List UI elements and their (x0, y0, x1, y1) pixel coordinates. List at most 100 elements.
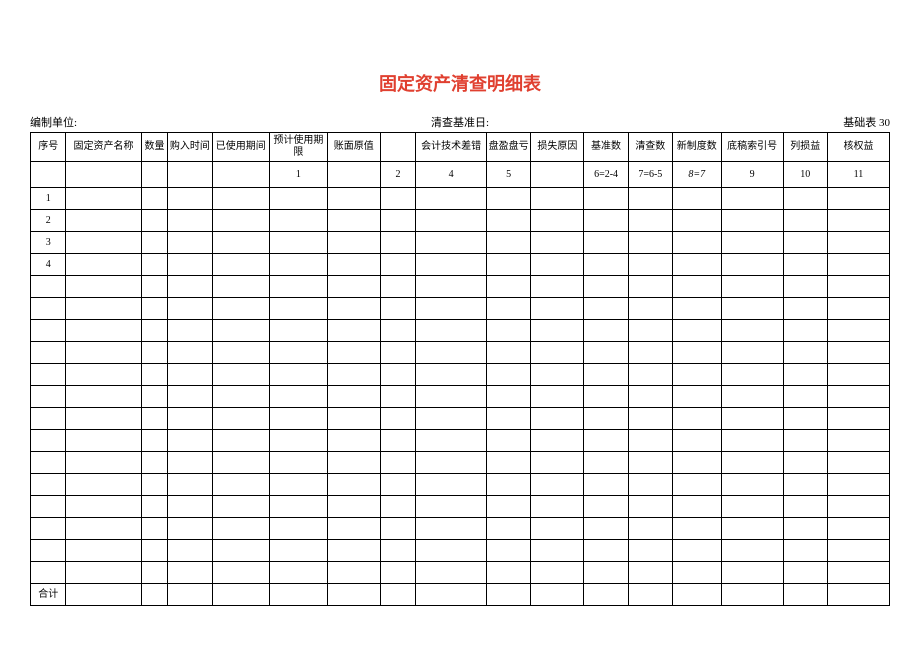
table-cell (270, 386, 328, 408)
meta-sheet-label: 基础表 30 (603, 114, 890, 130)
table-cell (487, 364, 531, 386)
table-cell (270, 562, 328, 584)
table-cell (584, 342, 628, 364)
table-cell (783, 276, 827, 298)
hdr-empty (380, 133, 415, 162)
table-cell (212, 452, 270, 474)
table-row (31, 540, 890, 562)
table-cell (827, 408, 889, 430)
table-cell (66, 232, 141, 254)
table-cell (672, 188, 721, 210)
table-cell (721, 430, 783, 452)
table-cell (270, 188, 328, 210)
table-cell (31, 276, 66, 298)
table-cell (783, 320, 827, 342)
table-cell (721, 232, 783, 254)
table-cell (584, 210, 628, 232)
table-cell (628, 254, 672, 276)
table-cell (327, 430, 380, 452)
meta-date-label: 清查基准日: (317, 114, 604, 130)
footer-cell (584, 584, 628, 606)
table-cell (66, 518, 141, 540)
footer-cell (721, 584, 783, 606)
table-cell (783, 232, 827, 254)
table-cell (827, 540, 889, 562)
table-cell (327, 188, 380, 210)
table-cell (270, 474, 328, 496)
table-cell (141, 342, 168, 364)
table-cell (168, 386, 212, 408)
table-cell (783, 562, 827, 584)
footer-cell (380, 584, 415, 606)
table-cell (327, 452, 380, 474)
hdr-tech-error: 会计技术差错 (416, 133, 487, 162)
table-cell (672, 364, 721, 386)
table-cell (783, 540, 827, 562)
table-cell (827, 342, 889, 364)
table-cell (270, 276, 328, 298)
f-c7: 2 (380, 162, 415, 188)
table-cell (672, 496, 721, 518)
table-cell (380, 188, 415, 210)
table-row (31, 298, 890, 320)
table-cell (66, 298, 141, 320)
table-cell (721, 496, 783, 518)
f-c8: 4 (416, 162, 487, 188)
table-cell (327, 342, 380, 364)
table-cell (487, 320, 531, 342)
footer-row: 合计 (31, 584, 890, 606)
table-cell (168, 254, 212, 276)
table-cell (721, 188, 783, 210)
table-cell (783, 386, 827, 408)
table-cell (327, 210, 380, 232)
table-cell (416, 188, 487, 210)
table-cell (141, 562, 168, 584)
table-cell (531, 254, 584, 276)
table-row (31, 496, 890, 518)
table-cell (584, 276, 628, 298)
table-cell (380, 474, 415, 496)
table-cell (141, 320, 168, 342)
table-row (31, 364, 890, 386)
table-cell (721, 562, 783, 584)
table-cell (212, 276, 270, 298)
table-cell (31, 518, 66, 540)
table-cell (141, 452, 168, 474)
table-cell (721, 342, 783, 364)
table-cell (168, 540, 212, 562)
f-c1 (66, 162, 141, 188)
table-cell (672, 232, 721, 254)
table-cell (487, 408, 531, 430)
table-cell (531, 452, 584, 474)
table-cell (31, 408, 66, 430)
table-cell (380, 320, 415, 342)
table-cell (531, 496, 584, 518)
table-cell (168, 276, 212, 298)
table-cell (827, 276, 889, 298)
hdr-paper-index: 底稿索引号 (721, 133, 783, 162)
footer-cell (270, 584, 328, 606)
table-cell (270, 408, 328, 430)
table-cell (168, 518, 212, 540)
table-cell (487, 430, 531, 452)
f-c14: 9 (721, 162, 783, 188)
table-cell (628, 474, 672, 496)
table-cell (31, 540, 66, 562)
table-cell (168, 210, 212, 232)
table-cell (141, 364, 168, 386)
table-cell (531, 562, 584, 584)
table-row (31, 452, 890, 474)
table-cell (416, 518, 487, 540)
table-cell (487, 496, 531, 518)
table-cell (416, 474, 487, 496)
table-cell (487, 518, 531, 540)
table-row: 3 (31, 232, 890, 254)
table-cell (327, 562, 380, 584)
table-cell (327, 386, 380, 408)
table-row (31, 342, 890, 364)
table-cell (672, 518, 721, 540)
table-cell (212, 298, 270, 320)
table-row (31, 518, 890, 540)
table-cell (827, 210, 889, 232)
table-cell (721, 386, 783, 408)
